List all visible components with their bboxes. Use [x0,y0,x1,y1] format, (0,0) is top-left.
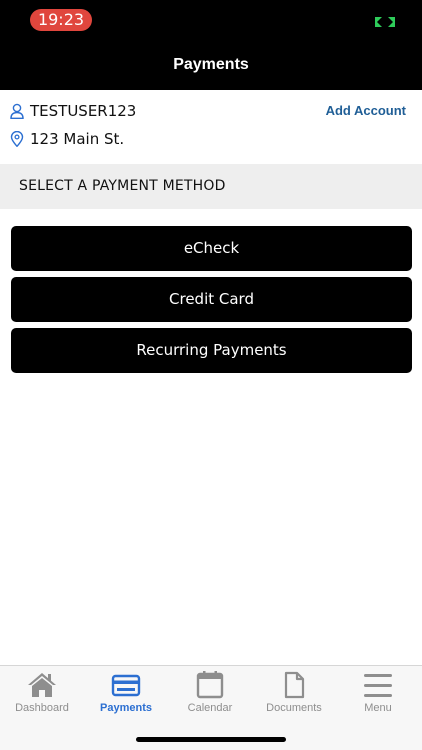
payments-screen: 19:23 Payments TESTUSER123 Add Account 1… [0,0,422,750]
hamburger-menu-icon [364,674,392,697]
credit-card-icon [111,674,141,697]
echeck-button[interactable]: eCheck [11,226,412,271]
home-icon [28,673,56,697]
calendar-icon [196,671,224,699]
tab-dashboard[interactable]: Dashboard [0,671,84,721]
tab-calendar[interactable]: Calendar [168,671,252,721]
tab-calendar-label: Calendar [187,702,233,714]
account-address: 123 Main St. [30,130,125,148]
section-title: SELECT A PAYMENT METHOD [19,178,226,194]
tab-documents[interactable]: Documents [252,671,336,721]
document-icon [284,671,305,699]
top-bar: 19:23 Payments [0,0,422,90]
account-username: TESTUSER123 [30,102,137,120]
home-indicator [136,737,286,742]
tab-documents-label: Documents [266,702,322,714]
location-pin-icon [10,131,24,147]
tab-payments-label: Payments [100,702,152,714]
account-address-row: 123 Main St. [10,128,124,150]
tab-menu-label: Menu [364,702,392,714]
tab-payments[interactable]: Payments [84,671,168,721]
page-title: Payments [173,56,249,73]
tab-dashboard-label: Dashboard [15,702,69,714]
expand-icon[interactable] [374,16,396,28]
credit-card-button[interactable]: Credit Card [11,277,412,322]
tab-menu[interactable]: Menu [336,671,420,721]
user-icon [10,103,24,119]
status-time: 19:23 [30,9,92,31]
section-header: SELECT A PAYMENT METHOD [0,164,422,209]
account-user-row: TESTUSER123 [10,100,136,122]
recurring-payments-button[interactable]: Recurring Payments [11,328,412,373]
add-account-link[interactable]: Add Account [326,103,406,118]
